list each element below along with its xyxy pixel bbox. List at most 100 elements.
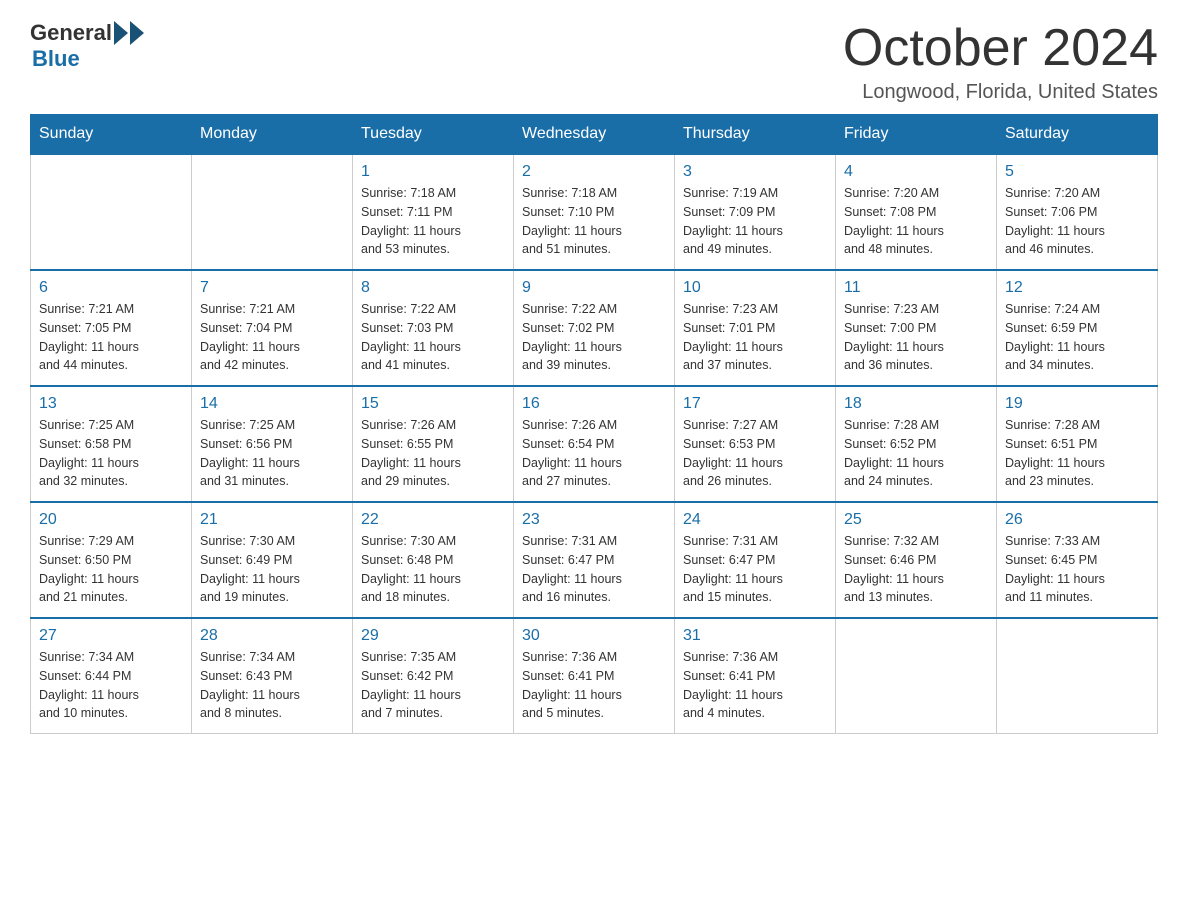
calendar-cell: 22Sunrise: 7:30 AMSunset: 6:48 PMDayligh…: [353, 502, 514, 618]
calendar-cell: 20 Sunrise: 7:29 AMSunset: 6:50 PMDayligh…: [31, 502, 192, 618]
logo-arrow-icon: [114, 21, 128, 45]
calendar-header-saturday: Saturday: [997, 115, 1158, 155]
calendar-cell: 24 Sunrise: 7:31 AMSunset: 6:47 PMDayligh…: [675, 502, 836, 618]
day-info: Sunrise: 7:18 AMSunset: 7:10 PMDaylight:…: [522, 184, 666, 259]
calendar-cell: 1 Sunrise: 7:18 AMSunset: 7:11 PMDaylight…: [353, 154, 514, 270]
day-info: Sunrise: 7:27 AMSunset: 6:53 PMDaylight:…: [683, 416, 827, 491]
day-info: Sunrise: 7:21 AMSunset: 7:05 PMDaylight:…: [39, 300, 183, 375]
day-number: 11: [844, 279, 988, 297]
day-number: 31: [683, 627, 827, 645]
calendar-cell: 11 Sunrise: 7:23 AMSunset: 7:00 PMDayligh…: [836, 270, 997, 386]
day-number: 26: [1005, 511, 1149, 529]
day-info: Sunrise: 7:34 AMSunset: 6:44 PMDaylight:…: [39, 648, 183, 723]
logo-general: General: [30, 20, 112, 46]
calendar-cell: 19 Sunrise: 7:28 AMSunset: 6:51 PMDayligh…: [997, 386, 1158, 502]
day-info: Sunrise: 7:18 AMSunset: 7:11 PMDaylight:…: [361, 184, 505, 259]
day-info: Sunrise: 7:22 AMSunset: 7:02 PMDaylight:…: [522, 300, 666, 375]
calendar-cell: [836, 618, 997, 734]
day-number: 21: [200, 511, 344, 529]
day-number: 24: [683, 511, 827, 529]
calendar-cell: 6Sunrise: 7:21 AMSunset: 7:05 PMDaylight…: [31, 270, 192, 386]
day-info: Sunrise: 7:21 AMSunset: 7:04 PMDaylight:…: [200, 300, 344, 375]
calendar-header-wednesday: Wednesday: [514, 115, 675, 155]
day-info: Sunrise: 7:19 AMSunset: 7:09 PMDaylight:…: [683, 184, 827, 259]
calendar-cell: 29 Sunrise: 7:35 AMSunset: 6:42 PMDayligh…: [353, 618, 514, 734]
day-info: Sunrise: 7:35 AMSunset: 6:42 PMDaylight:…: [361, 648, 505, 723]
day-number: 4: [844, 163, 988, 181]
calendar-header-tuesday: Tuesday: [353, 115, 514, 155]
calendar-header-friday: Friday: [836, 115, 997, 155]
calendar-cell: 13 Sunrise: 7:25 AMSunset: 6:58 PMDayligh…: [31, 386, 192, 502]
location-title: Longwood, Florida, United States: [843, 81, 1158, 104]
day-info: Sunrise: 7:34 AMSunset: 6:43 PMDaylight:…: [200, 648, 344, 723]
calendar-cell: 15Sunrise: 7:26 AMSunset: 6:55 PMDayligh…: [353, 386, 514, 502]
calendar-cell: 7 Sunrise: 7:21 AMSunset: 7:04 PMDaylight…: [192, 270, 353, 386]
calendar-cell: 23Sunrise: 7:31 AMSunset: 6:47 PMDayligh…: [514, 502, 675, 618]
calendar-cell: 31 Sunrise: 7:36 AMSunset: 6:41 PMDayligh…: [675, 618, 836, 734]
day-info: Sunrise: 7:25 AMSunset: 6:56 PMDaylight:…: [200, 416, 344, 491]
day-info: Sunrise: 7:20 AMSunset: 7:08 PMDaylight:…: [844, 184, 988, 259]
calendar-cell: 16Sunrise: 7:26 AMSunset: 6:54 PMDayligh…: [514, 386, 675, 502]
calendar-cell: 30 Sunrise: 7:36 AMSunset: 6:41 PMDayligh…: [514, 618, 675, 734]
logo-blue-text: Blue: [32, 46, 80, 72]
day-number: 28: [200, 627, 344, 645]
day-info: Sunrise: 7:28 AMSunset: 6:51 PMDaylight:…: [1005, 416, 1149, 491]
day-info: Sunrise: 7:29 AMSunset: 6:50 PMDaylight:…: [39, 532, 183, 607]
day-number: 27: [39, 627, 183, 645]
day-info: Sunrise: 7:28 AMSunset: 6:52 PMDaylight:…: [844, 416, 988, 491]
day-number: 12: [1005, 279, 1149, 297]
day-number: 1: [361, 163, 505, 181]
calendar-cell: 4 Sunrise: 7:20 AMSunset: 7:08 PMDaylight…: [836, 154, 997, 270]
day-number: 29: [361, 627, 505, 645]
calendar-header-sunday: Sunday: [31, 115, 192, 155]
calendar-cell: 10Sunrise: 7:23 AMSunset: 7:01 PMDayligh…: [675, 270, 836, 386]
day-info: Sunrise: 7:22 AMSunset: 7:03 PMDaylight:…: [361, 300, 505, 375]
day-info: Sunrise: 7:25 AMSunset: 6:58 PMDaylight:…: [39, 416, 183, 491]
day-info: Sunrise: 7:36 AMSunset: 6:41 PMDaylight:…: [522, 648, 666, 723]
calendar-cell: [192, 154, 353, 270]
day-number: 23: [522, 511, 666, 529]
day-info: Sunrise: 7:26 AMSunset: 6:54 PMDaylight:…: [522, 416, 666, 491]
day-number: 17: [683, 395, 827, 413]
calendar-cell: 17 Sunrise: 7:27 AMSunset: 6:53 PMDayligh…: [675, 386, 836, 502]
day-info: Sunrise: 7:32 AMSunset: 6:46 PMDaylight:…: [844, 532, 988, 607]
day-number: 19: [1005, 395, 1149, 413]
day-number: 7: [200, 279, 344, 297]
title-block: October 2024 Longwood, Florida, United S…: [843, 20, 1158, 104]
day-number: 5: [1005, 163, 1149, 181]
day-number: 18: [844, 395, 988, 413]
day-info: Sunrise: 7:33 AMSunset: 6:45 PMDaylight:…: [1005, 532, 1149, 607]
day-info: Sunrise: 7:23 AMSunset: 7:00 PMDaylight:…: [844, 300, 988, 375]
calendar-cell: 14 Sunrise: 7:25 AMSunset: 6:56 PMDayligh…: [192, 386, 353, 502]
day-number: 20: [39, 511, 183, 529]
week-row-5: 27 Sunrise: 7:34 AMSunset: 6:44 PMDayligh…: [31, 618, 1158, 734]
calendar-cell: 3 Sunrise: 7:19 AMSunset: 7:09 PMDaylight…: [675, 154, 836, 270]
day-number: 13: [39, 395, 183, 413]
logo-arrow2-icon: [130, 21, 144, 45]
calendar-header-monday: Monday: [192, 115, 353, 155]
day-info: Sunrise: 7:31 AMSunset: 6:47 PMDaylight:…: [683, 532, 827, 607]
day-number: 8: [361, 279, 505, 297]
day-info: Sunrise: 7:36 AMSunset: 6:41 PMDaylight:…: [683, 648, 827, 723]
day-number: 9: [522, 279, 666, 297]
calendar-cell: 5 Sunrise: 7:20 AMSunset: 7:06 PMDaylight…: [997, 154, 1158, 270]
day-number: 30: [522, 627, 666, 645]
day-number: 3: [683, 163, 827, 181]
calendar-cell: 9 Sunrise: 7:22 AMSunset: 7:02 PMDaylight…: [514, 270, 675, 386]
day-number: 10: [683, 279, 827, 297]
day-info: Sunrise: 7:26 AMSunset: 6:55 PMDaylight:…: [361, 416, 505, 491]
week-row-2: 6Sunrise: 7:21 AMSunset: 7:05 PMDaylight…: [31, 270, 1158, 386]
day-number: 22: [361, 511, 505, 529]
calendar-cell: [997, 618, 1158, 734]
calendar-table: SundayMondayTuesdayWednesdayThursdayFrid…: [30, 114, 1158, 734]
day-number: 14: [200, 395, 344, 413]
calendar-cell: 27 Sunrise: 7:34 AMSunset: 6:44 PMDayligh…: [31, 618, 192, 734]
day-info: Sunrise: 7:30 AMSunset: 6:49 PMDaylight:…: [200, 532, 344, 607]
calendar-cell: 28 Sunrise: 7:34 AMSunset: 6:43 PMDayligh…: [192, 618, 353, 734]
day-info: Sunrise: 7:20 AMSunset: 7:06 PMDaylight:…: [1005, 184, 1149, 259]
calendar-cell: [31, 154, 192, 270]
calendar-cell: 8 Sunrise: 7:22 AMSunset: 7:03 PMDaylight…: [353, 270, 514, 386]
calendar-cell: 21 Sunrise: 7:30 AMSunset: 6:49 PMDayligh…: [192, 502, 353, 618]
week-row-1: 1 Sunrise: 7:18 AMSunset: 7:11 PMDaylight…: [31, 154, 1158, 270]
week-row-4: 20 Sunrise: 7:29 AMSunset: 6:50 PMDayligh…: [31, 502, 1158, 618]
